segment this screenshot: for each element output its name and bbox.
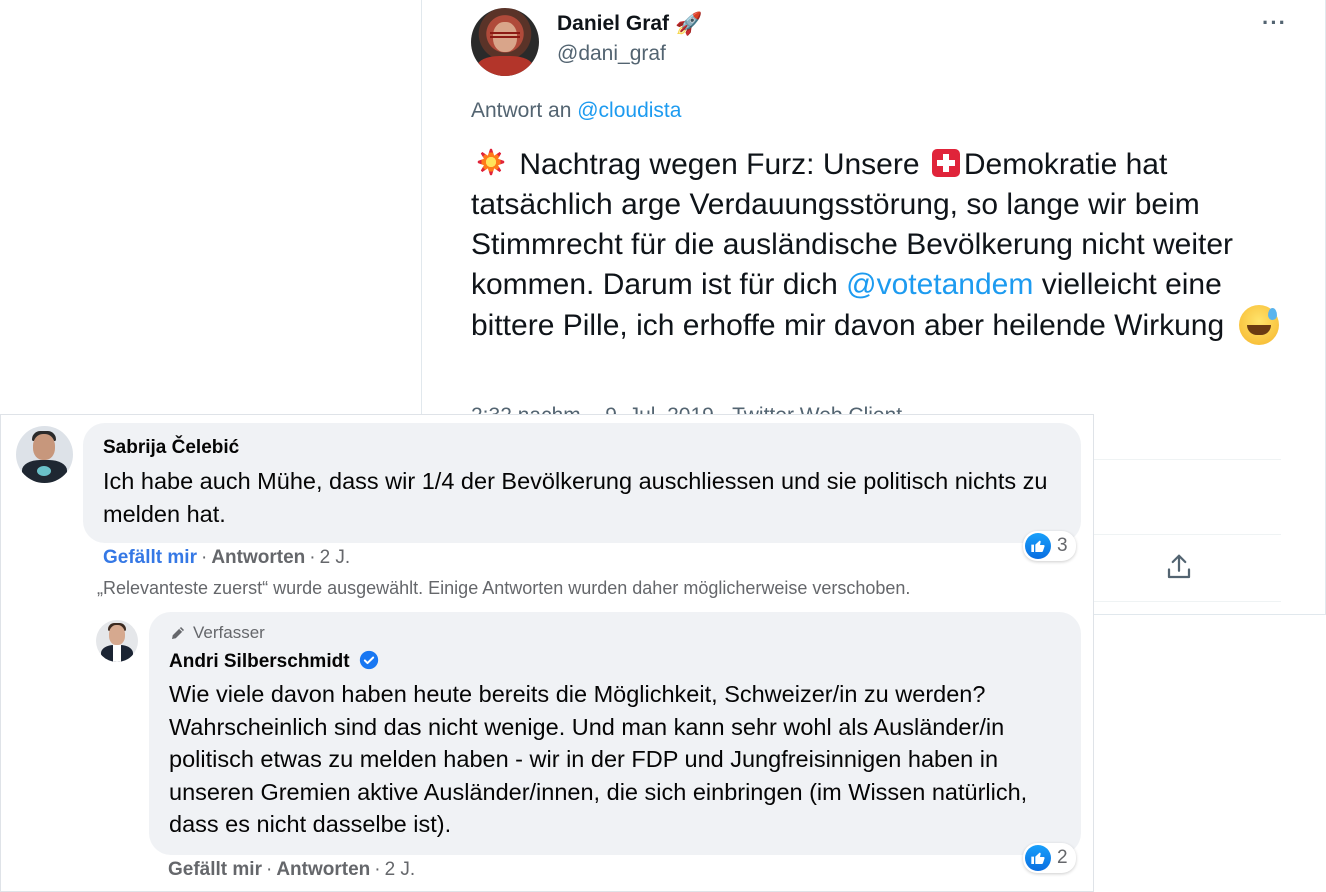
reaction-number: 2: [1057, 847, 1068, 868]
pen-icon: [172, 627, 184, 639]
reply-button[interactable]: Antworten: [211, 547, 305, 568]
tweet-author-avatar[interactable]: [471, 8, 539, 76]
facebook-comments: Sabrija Čelebić Ich habe auch Mühe, dass…: [0, 414, 1094, 892]
tweet-text: Nachtrag wegen Furz: Unsere Demokratie h…: [471, 144, 1286, 346]
sweat-smile-icon: [1238, 305, 1279, 345]
thumbs-up-icon: [1025, 533, 1051, 559]
reaction-count[interactable]: 2: [1023, 843, 1076, 873]
tweet-author-handle[interactable]: @dani_graf: [557, 42, 666, 66]
comment-bubble: Sabrija Čelebić Ich habe auch Mühe, dass…: [83, 423, 1081, 543]
tweet-author-name[interactable]: Daniel Graf 🚀: [557, 12, 702, 36]
like-button[interactable]: Gefällt mir: [168, 859, 262, 880]
like-button[interactable]: Gefällt mir: [103, 547, 197, 568]
reaction-count[interactable]: 3: [1023, 531, 1076, 561]
reply-actions: Gefällt mir · Antworten · 2 J.: [168, 859, 416, 880]
swiss-flag-icon: [931, 149, 960, 177]
reply-prefix: Antwort an: [471, 99, 572, 122]
verified-icon: [359, 650, 378, 670]
commenter-avatar[interactable]: [16, 426, 73, 483]
reply-author-avatar[interactable]: [96, 620, 138, 662]
comment-author[interactable]: Sabrija Čelebić: [103, 437, 239, 459]
reply-author[interactable]: Andri Silberschmidt: [169, 650, 379, 673]
author-badge: Verfasser: [169, 623, 265, 643]
share-icon[interactable]: [1164, 552, 1194, 582]
sort-notice: „Relevanteste zuerst“ wurde ausgewählt. …: [97, 578, 911, 598]
reply-context: Antwort an @cloudista: [471, 99, 681, 123]
reply-to-mention[interactable]: @cloudista: [577, 99, 681, 122]
collision-icon: [471, 144, 511, 180]
reply-author-name: Andri Silberschmidt: [169, 651, 350, 672]
reply-bubble: Verfasser Andri Silberschmidt Wie viele …: [149, 612, 1081, 855]
author-badge-label: Verfasser: [193, 623, 265, 642]
reply-text: Wie viele davon haben heute bereits die …: [169, 681, 1028, 837]
tweet-author-name-text: Daniel Graf: [557, 12, 670, 35]
comment-text: Ich habe auch Mühe, dass wir 1/4 der Bev…: [103, 468, 1048, 527]
tweet-mention[interactable]: @votetandem: [846, 268, 1033, 301]
reply-button[interactable]: Antworten: [276, 859, 370, 880]
thumbs-up-icon: [1025, 845, 1051, 871]
reply-age[interactable]: 2 J.: [385, 859, 416, 880]
tweet-text-part1: Nachtrag wegen Furz: Unsere: [519, 148, 920, 181]
comment-actions: Gefällt mir · Antworten · 2 J.: [103, 547, 351, 568]
more-options-icon[interactable]: ···: [1262, 10, 1287, 36]
reaction-number: 3: [1057, 535, 1068, 556]
rocket-icon: 🚀: [675, 11, 703, 36]
comment-age[interactable]: 2 J.: [320, 547, 351, 568]
